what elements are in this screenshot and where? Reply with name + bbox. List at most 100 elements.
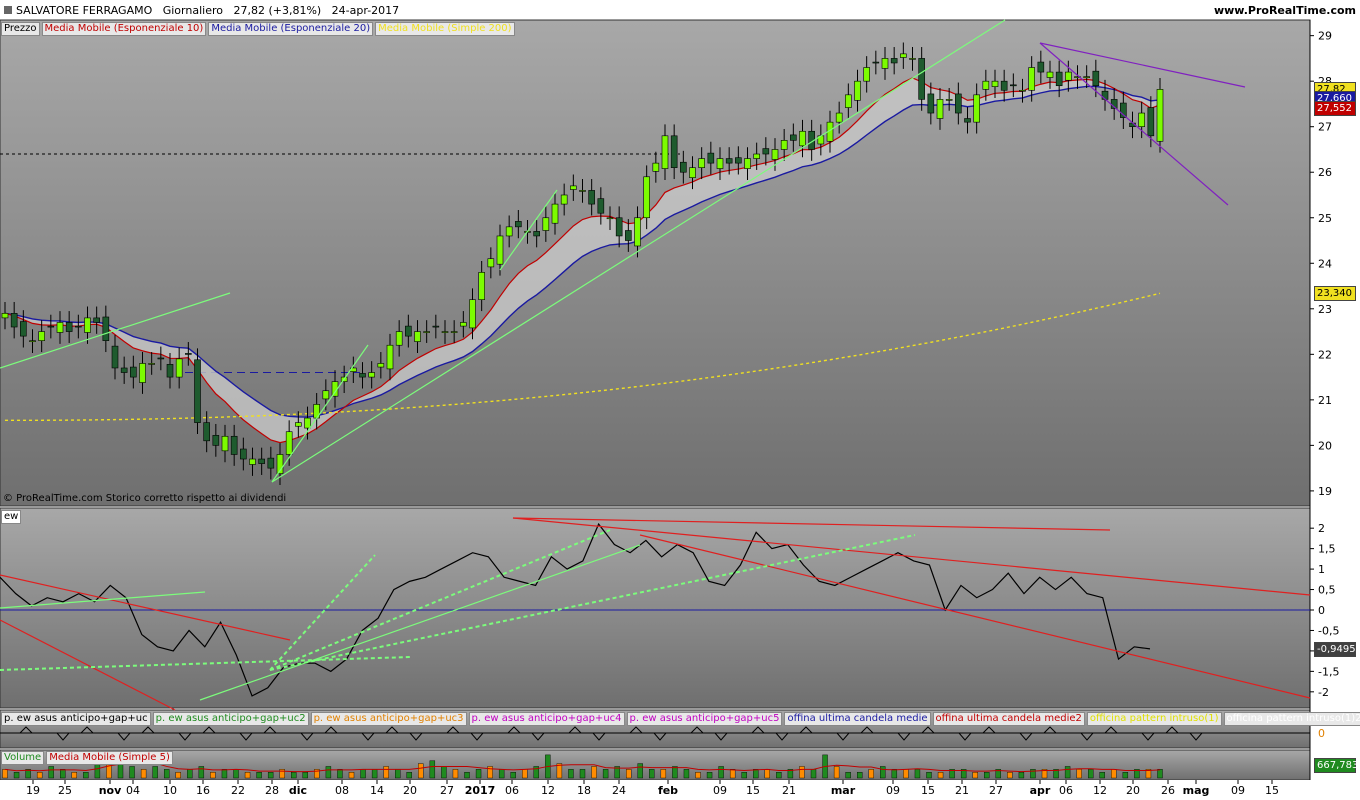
candle-body xyxy=(322,390,330,400)
price-y-tick-label: 23 xyxy=(1318,303,1332,316)
candle-body xyxy=(20,321,27,337)
candle-body xyxy=(1092,70,1100,87)
strip-legend-item-4[interactable]: p. ew asus anticipo+gap+uc5 xyxy=(626,712,783,726)
volume-bar xyxy=(475,769,482,779)
candle-body xyxy=(1101,90,1109,100)
x-tick-label: mag xyxy=(1183,784,1210,797)
candle-body xyxy=(872,61,880,64)
candle-body xyxy=(10,313,18,328)
volume-bar xyxy=(1076,769,1082,779)
candle-body xyxy=(634,217,641,247)
candle-body xyxy=(285,431,293,455)
x-tick-label: 09 xyxy=(886,784,900,797)
strip-legend-item-6[interactable]: offina ultima candela medie2 xyxy=(932,712,1085,726)
volume-bar xyxy=(660,769,667,779)
candle-body xyxy=(111,345,119,369)
candle-body xyxy=(175,358,183,378)
volume-bar xyxy=(291,772,297,779)
candle-body xyxy=(982,80,990,90)
volume-legend-item-1[interactable]: Media Mobile (Simple 5) xyxy=(46,751,173,765)
x-tick-label: 2017 xyxy=(465,784,496,797)
candle-body xyxy=(625,230,632,241)
price-legend-item-1[interactable]: Media Mobile (Esponenziale 10) xyxy=(41,22,207,36)
volume-legend-item-0[interactable]: Volume xyxy=(1,751,45,765)
candle-body xyxy=(725,158,733,164)
candle-body xyxy=(579,190,586,192)
candle-body xyxy=(945,99,953,101)
price-y-tick-label: 22 xyxy=(1318,348,1332,361)
candle-body xyxy=(230,435,238,455)
price-legend-item-3[interactable]: Media Mobile (Simple 200) xyxy=(375,22,515,36)
volume-bar xyxy=(1018,772,1025,779)
ew-y-tick-label: 1 xyxy=(1318,563,1325,576)
candle-body xyxy=(304,417,311,429)
x-tick-label: feb xyxy=(658,784,678,797)
strip-legend-item-0[interactable]: p. ew asus anticipo+gap+uc xyxy=(1,712,151,726)
volume-bar xyxy=(926,772,932,779)
candle-body xyxy=(185,353,192,355)
chart-canvas: 292827262524232221201921,510,50-0,5-1-1,… xyxy=(0,19,1360,800)
strip-value-label: 0 xyxy=(1318,727,1325,740)
candle-body xyxy=(909,58,916,60)
volume-bar xyxy=(799,766,805,779)
candle-body xyxy=(102,316,110,341)
candle-body xyxy=(570,185,577,190)
candle-body xyxy=(780,140,788,150)
candle-body xyxy=(890,58,898,64)
candle-body xyxy=(707,152,715,164)
volume-bar xyxy=(568,769,574,779)
candle-body xyxy=(295,422,302,427)
ew-y-tick-label: -1,5 xyxy=(1318,665,1339,678)
volume-bar xyxy=(244,772,251,779)
chart-root: SALVATORE FERRAGAMO Giornaliero 27,82 (+… xyxy=(0,0,1360,800)
price-legend-item-2[interactable]: Media Mobile (Esponenziale 20) xyxy=(208,22,374,36)
candle-body xyxy=(1147,107,1155,137)
strip-legend-item-2[interactable]: p. ew asus anticipo+gap+uc3 xyxy=(310,712,467,726)
candle-body xyxy=(395,331,403,346)
strip-legend-item-8[interactable]: officina pattern intruso(1)2 xyxy=(1223,712,1360,726)
strip-legend-item-5[interactable]: offina ultima candela medie xyxy=(784,712,931,726)
volume-legend: Volume Media Mobile (Simple 5) xyxy=(1,751,173,765)
ew-y-tick-label: -0,5 xyxy=(1318,624,1339,637)
strip-legend-item-7[interactable]: officina pattern intruso(1) xyxy=(1086,712,1222,726)
price-legend-item-0[interactable]: Prezzo xyxy=(1,22,40,36)
candle-body xyxy=(698,158,705,168)
volume-bar xyxy=(695,772,701,779)
candle-body xyxy=(148,363,155,365)
strip-legend-item-3[interactable]: p. ew asus anticipo+gap+uc4 xyxy=(468,712,625,726)
volume-bar xyxy=(152,766,158,779)
x-tick-label: 12 xyxy=(541,784,555,797)
candle-body xyxy=(1055,71,1063,87)
x-tick-label: 26 xyxy=(1161,784,1175,797)
candle-body xyxy=(771,149,779,160)
price-y-tick-label: 19 xyxy=(1318,485,1332,498)
volume-bar xyxy=(256,772,262,779)
candle-body xyxy=(542,217,550,231)
volume-bar xyxy=(810,769,817,779)
volume-bar xyxy=(741,772,747,779)
x-tick-label: 15 xyxy=(921,784,935,797)
x-tick-label: nov xyxy=(99,784,122,797)
x-tick-label: 08 xyxy=(335,784,349,797)
candle-body xyxy=(221,435,229,452)
candle-body xyxy=(716,158,724,169)
volume-bar xyxy=(649,769,655,779)
ew-panel xyxy=(0,507,1311,709)
x-tick-label: 27 xyxy=(989,784,1003,797)
x-tick-label: 10 xyxy=(163,784,177,797)
candle-body xyxy=(139,363,146,383)
volume-bar xyxy=(753,769,759,779)
candle-body xyxy=(84,317,91,333)
volume-bar xyxy=(429,760,436,779)
x-tick-label: 27 xyxy=(440,784,454,797)
strip-legend-item-1[interactable]: p. ew asus anticipo+gap+uc2 xyxy=(152,712,309,726)
candle-body xyxy=(744,158,751,169)
volume-bar xyxy=(764,769,770,779)
candle-body xyxy=(533,231,540,237)
candle-body xyxy=(120,367,128,373)
candle-body xyxy=(29,340,36,342)
x-tick-label: 18 xyxy=(577,784,591,797)
candle-body xyxy=(1028,67,1035,91)
candle-body xyxy=(881,58,889,69)
candle-body xyxy=(212,435,220,446)
